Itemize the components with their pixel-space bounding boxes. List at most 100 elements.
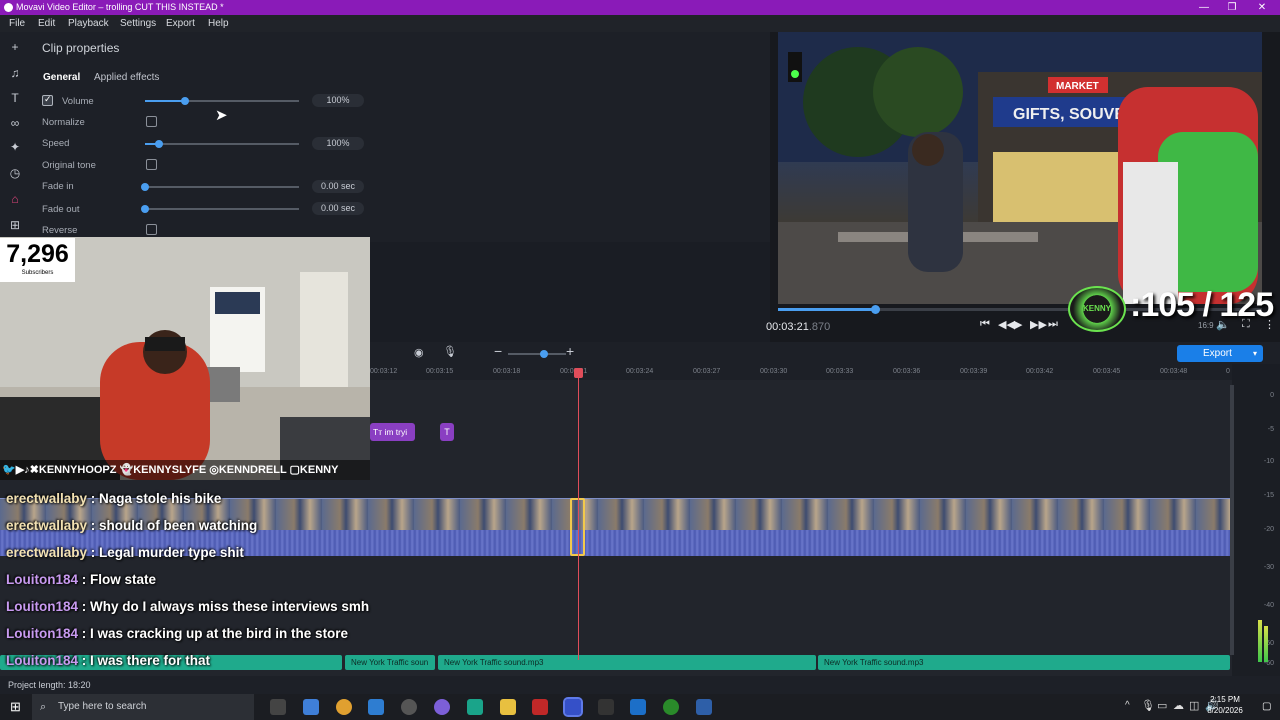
photos-icon[interactable] [696, 699, 712, 715]
kenny-badge-text: KENNY [1082, 304, 1111, 313]
tray-monitor-icon[interactable]: ▭ [1157, 699, 1167, 712]
xbox-icon[interactable] [663, 699, 679, 715]
ruler-tick: 00:03:12 [370, 368, 398, 375]
play-icon[interactable]: ▶ [1014, 318, 1022, 331]
prev-frame-icon[interactable]: ◀◀ [998, 318, 1015, 331]
ruler-tick: 00:03:30 [760, 368, 788, 375]
timeline-ruler[interactable]: 00:03:12 00:03:15 00:03:18 00:03:21 00:0… [370, 364, 1232, 380]
zoom-out-icon[interactable]: − [494, 343, 502, 359]
search-placeholder: Type here to search [58, 701, 147, 712]
audio-clip[interactable]: New York Traffic sound.mp3 [818, 655, 1230, 670]
playhead-handle[interactable] [574, 368, 583, 378]
close-button[interactable]: ✕ [1252, 0, 1272, 15]
capcut-icon[interactable] [598, 699, 614, 715]
tray-mic-icon[interactable]: 🎙 [1141, 699, 1155, 712]
fade-out-knob[interactable] [141, 205, 149, 213]
chat-message: erectwallaby : Legal murder type shit [6, 545, 244, 560]
outlook-icon[interactable] [630, 699, 646, 715]
clock-icon[interactable]: ◷ [8, 166, 22, 180]
audio-clip[interactable]: New York Traffic sound.mp3 [438, 655, 816, 670]
volume-value[interactable]: 100% [312, 94, 364, 107]
grid-icon[interactable]: ⊞ [8, 218, 22, 232]
next-frame-icon[interactable]: ▶▶ [1030, 318, 1047, 331]
clock-date[interactable]: 8/20/2026 [1205, 706, 1245, 715]
music-icon[interactable]: ♫ [8, 66, 22, 80]
movavi-icon[interactable] [563, 697, 583, 717]
menu-edit[interactable]: Edit [38, 15, 55, 32]
project-length: Project length: 18:20 [8, 680, 91, 690]
fade-out-value[interactable]: 0.00 sec [312, 202, 364, 215]
text-icon[interactable]: T [8, 91, 22, 105]
volume-label: Volume [62, 96, 94, 107]
stickers-icon[interactable]: ⌂ [8, 192, 22, 206]
magic-icon[interactable]: ✦ [8, 140, 22, 154]
tray-network-icon[interactable]: ◫ [1189, 699, 1199, 712]
speed-value[interactable]: 100% [312, 137, 364, 150]
speed-knob[interactable] [155, 140, 163, 148]
fade-out-slider[interactable] [141, 205, 299, 213]
store-icon[interactable] [368, 699, 384, 715]
original-tone-checkbox[interactable] [146, 159, 157, 170]
volume-slider[interactable] [145, 97, 299, 105]
kenny-badge-logo: KENNY [1068, 286, 1126, 332]
speed-label: Speed [42, 138, 70, 149]
menu-help[interactable]: Help [208, 15, 229, 32]
ruler-tick: 00:03:36 [893, 368, 921, 375]
record-video-icon[interactable]: ◉ [414, 346, 424, 359]
menu-playback[interactable]: Playback [68, 15, 109, 32]
discord-icon[interactable] [434, 699, 450, 715]
maximize-button[interactable]: ❐ [1222, 0, 1242, 15]
playback-progress-knob[interactable] [871, 305, 880, 314]
chat-text: : should of been watching [87, 518, 258, 533]
chat-message: Louiton184 : I was cracking up at the bi… [6, 626, 348, 641]
menu-settings[interactable]: Settings [120, 15, 156, 32]
zoom-slider[interactable] [508, 350, 566, 358]
notification-icon[interactable]: ▢ [1262, 701, 1271, 712]
chat-text: : I was cracking up at the bird in the s… [78, 626, 349, 641]
playhead[interactable] [574, 368, 583, 660]
minimize-button[interactable]: — [1194, 0, 1214, 15]
file-explorer-icon[interactable] [500, 699, 516, 715]
menu-export[interactable]: Export [166, 15, 195, 32]
obs-icon[interactable] [401, 699, 417, 715]
task-view-icon[interactable] [270, 699, 286, 715]
title-clip-small[interactable]: T [440, 423, 454, 441]
volume-checkbox[interactable] [42, 94, 53, 106]
panel-title: Clip properties [42, 41, 120, 55]
tray-chevron-icon[interactable]: ^ [1125, 700, 1130, 711]
fade-in-knob[interactable] [141, 183, 149, 191]
app-icon[interactable] [467, 699, 483, 715]
zoom-in-icon[interactable]: + [566, 343, 574, 359]
taskbar-search[interactable]: ⌕ Type here to search [32, 694, 254, 720]
tray-cloud-icon[interactable]: ☁ [1173, 699, 1184, 712]
chat-user: erectwallaby [6, 545, 88, 560]
zoom-knob[interactable] [540, 350, 548, 358]
tab-general[interactable]: General [43, 72, 80, 83]
audio-clip[interactable]: New York Traffic soun [345, 655, 435, 670]
clock-time[interactable]: 2:15 PM [1205, 695, 1245, 704]
plus-icon[interactable]: + [8, 40, 22, 54]
skip-end-icon[interactable]: ⏭ [1048, 318, 1058, 331]
speed-slider[interactable] [145, 140, 299, 148]
title-clip[interactable]: Tт im tryi [370, 423, 415, 441]
export-button[interactable]: Export ▾ [1177, 345, 1263, 362]
ruler-tick: 00:03:42 [1026, 368, 1054, 375]
meter-label: -20 [1263, 526, 1274, 533]
chrome-icon[interactable] [336, 699, 352, 715]
volume-knob[interactable] [181, 97, 189, 105]
copilot-icon[interactable] [303, 699, 319, 715]
timeline-scrollbar[interactable] [1230, 385, 1234, 655]
microphone-icon[interactable]: 🎙 [443, 345, 457, 358]
voicemeeter-icon[interactable] [532, 699, 548, 715]
fade-in-slider[interactable] [141, 183, 299, 191]
fade-in-value[interactable]: 0.00 sec [312, 180, 364, 193]
menu-file[interactable]: File [9, 15, 25, 32]
transitions-icon[interactable]: ∞ [8, 116, 22, 130]
windows-start-icon[interactable]: ⊞ [10, 699, 21, 715]
export-dropdown-icon[interactable]: ▾ [1253, 345, 1257, 362]
skip-start-icon[interactable]: ⏮ [980, 318, 990, 331]
tab-applied-effects[interactable]: Applied effects [94, 72, 159, 83]
video-frame[interactable]: GIFTS, SOUVEN MARKET [778, 32, 1262, 304]
reverse-checkbox[interactable] [146, 224, 157, 235]
normalize-checkbox[interactable] [146, 116, 157, 127]
